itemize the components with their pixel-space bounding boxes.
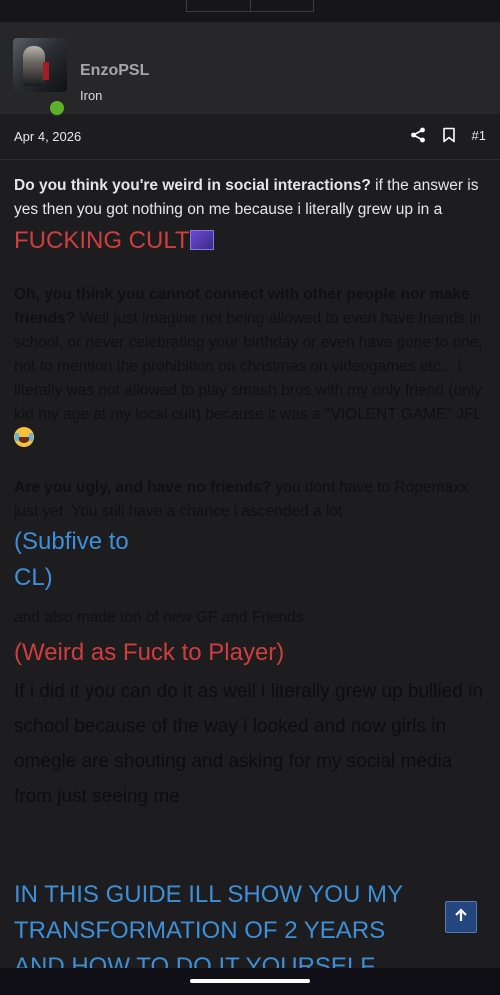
system-navigation-bar <box>0 968 500 995</box>
username-link[interactable]: EnzoPSL <box>80 62 149 80</box>
arrow-up-icon <box>454 907 468 927</box>
paragraph-ugly-bold: Are you ugly, and have no friends? <box>14 479 272 497</box>
cult-image-thumbnail[interactable] <box>189 230 214 251</box>
post-user-header: EnzoPSL Iron <box>0 22 500 117</box>
paragraph-weird: Do you think you're weird in social inte… <box>14 174 488 259</box>
share-icon[interactable] <box>410 127 426 143</box>
top-tab-left[interactable] <box>187 0 251 11</box>
weird-to-player-red: (Weird as Fuck to Player) <box>14 639 285 667</box>
avatar[interactable] <box>13 38 67 92</box>
top-tab-group <box>186 0 314 12</box>
home-gesture-handle[interactable] <box>190 979 310 983</box>
paragraph-connect-text: Well just imagine not being allowed to e… <box>14 310 483 424</box>
top-strip <box>0 0 500 22</box>
cult-red-text: FUCKING CULT <box>14 227 190 255</box>
post-number-link[interactable]: #1 <box>472 128 486 143</box>
guide-line-1: IN THIS GUIDE ILL SHOW YOU MY <box>14 881 403 909</box>
bookmark-icon[interactable] <box>442 127 456 143</box>
paragraph-connect: Oh, you think you cannot connect with ot… <box>14 283 488 452</box>
subfive-blue-line2: CL) <box>14 564 53 592</box>
paragraph-weird-bold: Do you think you're weird in social inte… <box>14 177 371 194</box>
post-actions: #1 <box>410 127 486 143</box>
laughing-emoji-icon <box>14 427 34 448</box>
user-title: Iron <box>80 88 103 103</box>
paragraph-ugly: Are you ugly, and have no friends? you d… <box>14 476 488 524</box>
subfive-blue-line1: (Subfive to <box>14 528 129 556</box>
top-tab-right[interactable] <box>251 0 314 11</box>
gf-friends-line: and also made ton of new GF and Friends <box>14 609 304 627</box>
post-meta-row: Apr 4, 2026 #1 <box>0 114 500 160</box>
scroll-to-top-button[interactable] <box>445 901 477 933</box>
guide-line-2: TRANSFORMATION OF 2 YEARS <box>14 917 386 945</box>
post-body: Do you think you're weird in social inte… <box>14 174 488 985</box>
post-date[interactable]: Apr 4, 2026 <box>14 129 81 144</box>
bullied-paragraph: If i did it you can do it as well i lite… <box>14 680 483 807</box>
